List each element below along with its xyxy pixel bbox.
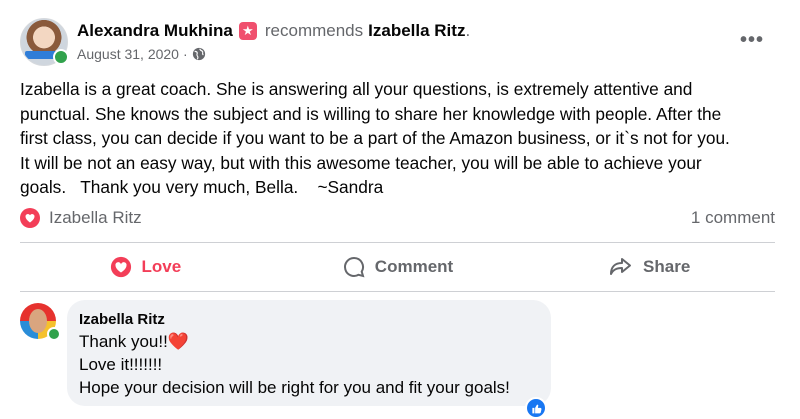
red-heart-emoji: ❤️: [167, 332, 189, 351]
meta-separator: ·: [182, 46, 188, 62]
post-body-text: Izabella is a great coach. She is answer…: [20, 79, 730, 197]
divider-top: [20, 242, 775, 243]
comment-line-1-text: Thank you!!: [79, 332, 168, 351]
comment-button[interactable]: Comment: [272, 246, 524, 288]
post-date-link[interactable]: August 31, 2020: [77, 46, 179, 62]
comment-line-2: Love it!!!!!!!: [79, 355, 163, 374]
love-label: Love: [141, 257, 182, 276]
trailing-dot: .: [465, 21, 471, 40]
more-options-icon[interactable]: •••: [740, 30, 764, 50]
love-button[interactable]: Love: [20, 246, 272, 288]
comment-line-3: Hope your decision will be right for you…: [79, 378, 510, 397]
comment-count-link[interactable]: 1 comment: [691, 208, 775, 228]
author-name-link[interactable]: Alexandra Mukhina: [77, 21, 233, 41]
post-meta: August 31, 2020 ·: [77, 46, 206, 62]
love-reaction-icon: [20, 208, 40, 228]
post-header-line: Alexandra Mukhina ★ recommends Izabella …: [77, 21, 470, 41]
post-action-bar: Love Comment Share: [20, 246, 775, 288]
like-reaction-icon[interactable]: [525, 397, 547, 419]
comment-bubble: Izabella Ritz Thank you!!❤️ Love it!!!!!…: [67, 300, 551, 406]
commenter-avatar[interactable]: [20, 303, 61, 341]
divider-bottom: [20, 291, 775, 292]
share-arrow-icon: [610, 258, 632, 275]
share-label: Share: [643, 257, 691, 276]
comment-author-link[interactable]: Izabella Ritz: [79, 310, 539, 330]
reactions-summary: Izabella Ritz 1 comment: [20, 205, 775, 231]
reactors-link[interactable]: Izabella Ritz: [20, 208, 142, 228]
share-button[interactable]: Share: [523, 246, 775, 288]
recommend-star-icon: ★: [238, 22, 257, 40]
recommends-text: recommends: [264, 21, 364, 40]
globe-icon[interactable]: [192, 47, 206, 61]
comment-label: Comment: [374, 257, 454, 276]
page-name-link[interactable]: Izabella Ritz: [368, 21, 465, 41]
comment-bubble-icon: [343, 256, 365, 278]
commenter-online-indicator: [47, 327, 61, 341]
love-heart-icon: [111, 256, 132, 278]
reactor-name: Izabella Ritz: [49, 208, 142, 227]
author-avatar[interactable]: [20, 18, 69, 66]
comment-line-1: Thank you!!❤️: [79, 330, 539, 353]
online-status-indicator: [53, 49, 69, 65]
recommendation-post: Alexandra Mukhina ★ recommends Izabella …: [0, 0, 800, 419]
